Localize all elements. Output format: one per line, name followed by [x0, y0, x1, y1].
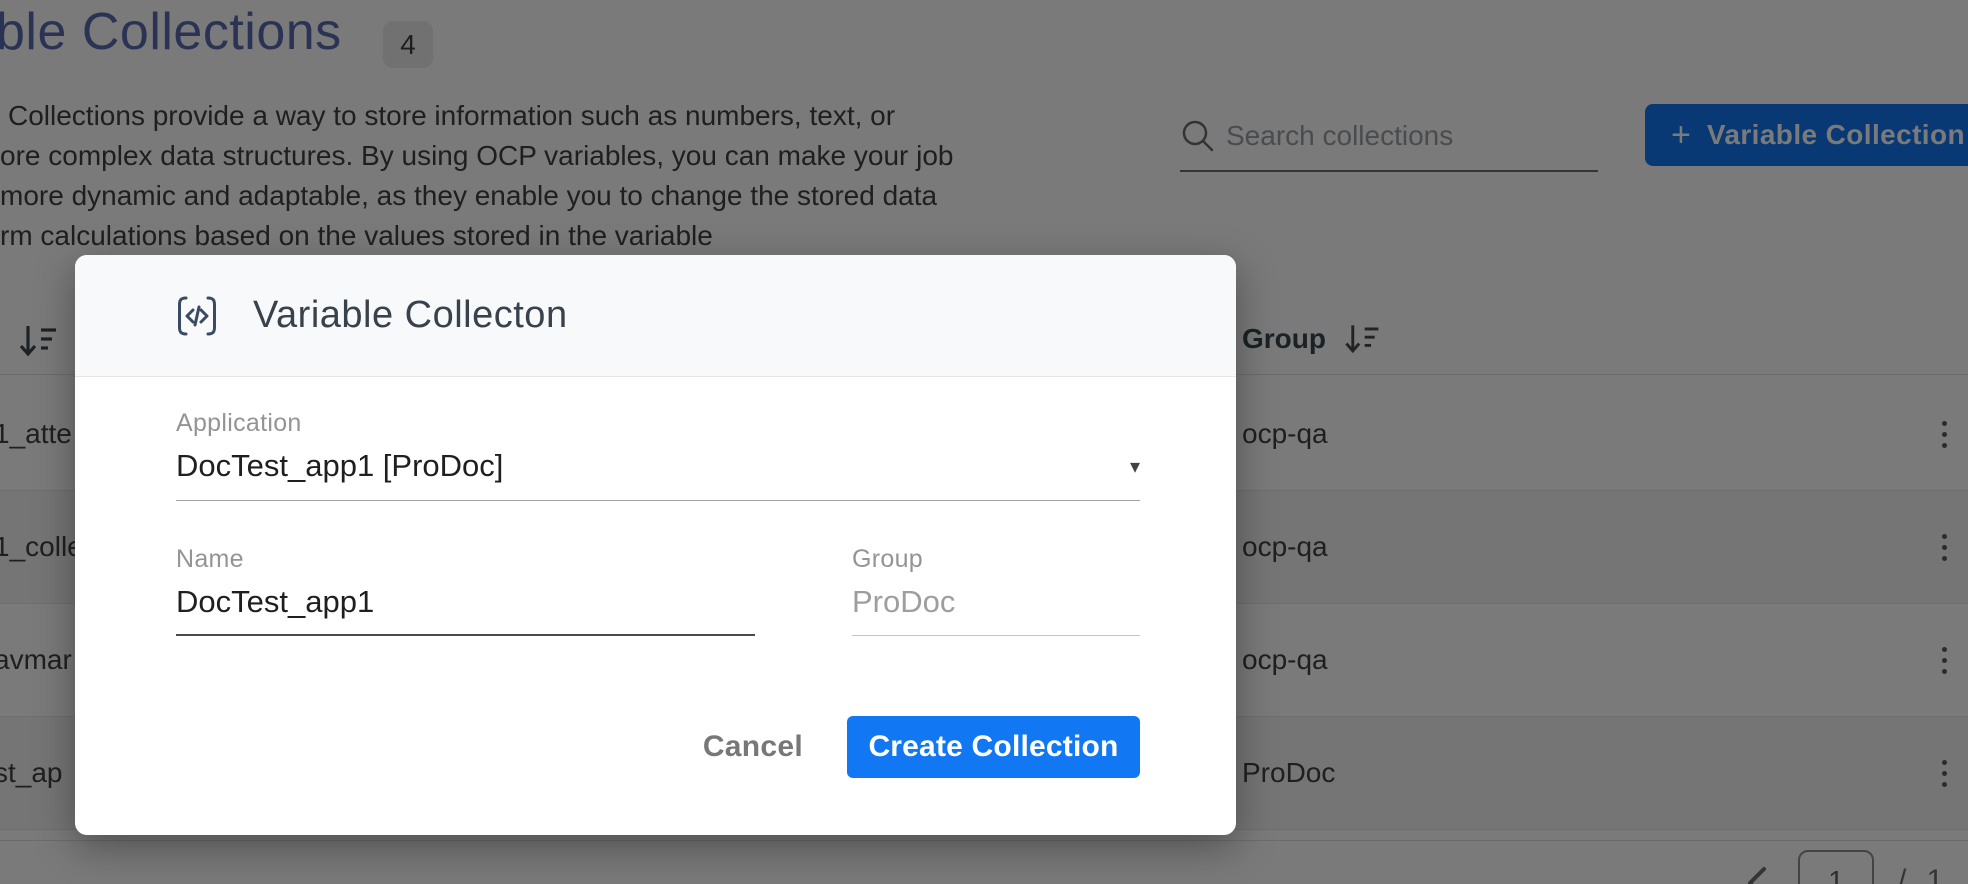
name-field: Name — [176, 545, 755, 636]
application-select[interactable]: DocTest_app1 [ProDoc] ▾ — [176, 448, 1140, 501]
application-value: DocTest_app1 [ProDoc] — [176, 448, 503, 484]
dialog-title: Variable Collecton — [253, 294, 568, 337]
name-label: Name — [176, 545, 755, 574]
group-value: ProDoc — [852, 584, 1140, 636]
dialog-header: Variable Collecton — [75, 255, 1236, 377]
application-label: Application — [176, 409, 1140, 438]
caret-down-icon: ▾ — [1130, 454, 1140, 479]
variable-collection-dialog: Variable Collecton Application DocTest_a… — [75, 255, 1236, 835]
create-collection-button[interactable]: Create Collection — [847, 716, 1140, 778]
dialog-actions: Cancel Create Collection — [176, 716, 1140, 778]
dialog-body: Application DocTest_app1 [ProDoc] ▾ Name… — [75, 377, 1236, 778]
group-label: Group — [852, 545, 1140, 574]
cancel-button[interactable]: Cancel — [703, 730, 803, 764]
app-window: ble Collections 4 Collections provide a … — [0, 0, 1968, 884]
name-input[interactable] — [176, 584, 755, 636]
group-field: Group ProDoc — [852, 545, 1140, 636]
application-field: Application DocTest_app1 [ProDoc] ▾ — [176, 409, 1140, 501]
code-brackets-icon — [173, 292, 221, 340]
